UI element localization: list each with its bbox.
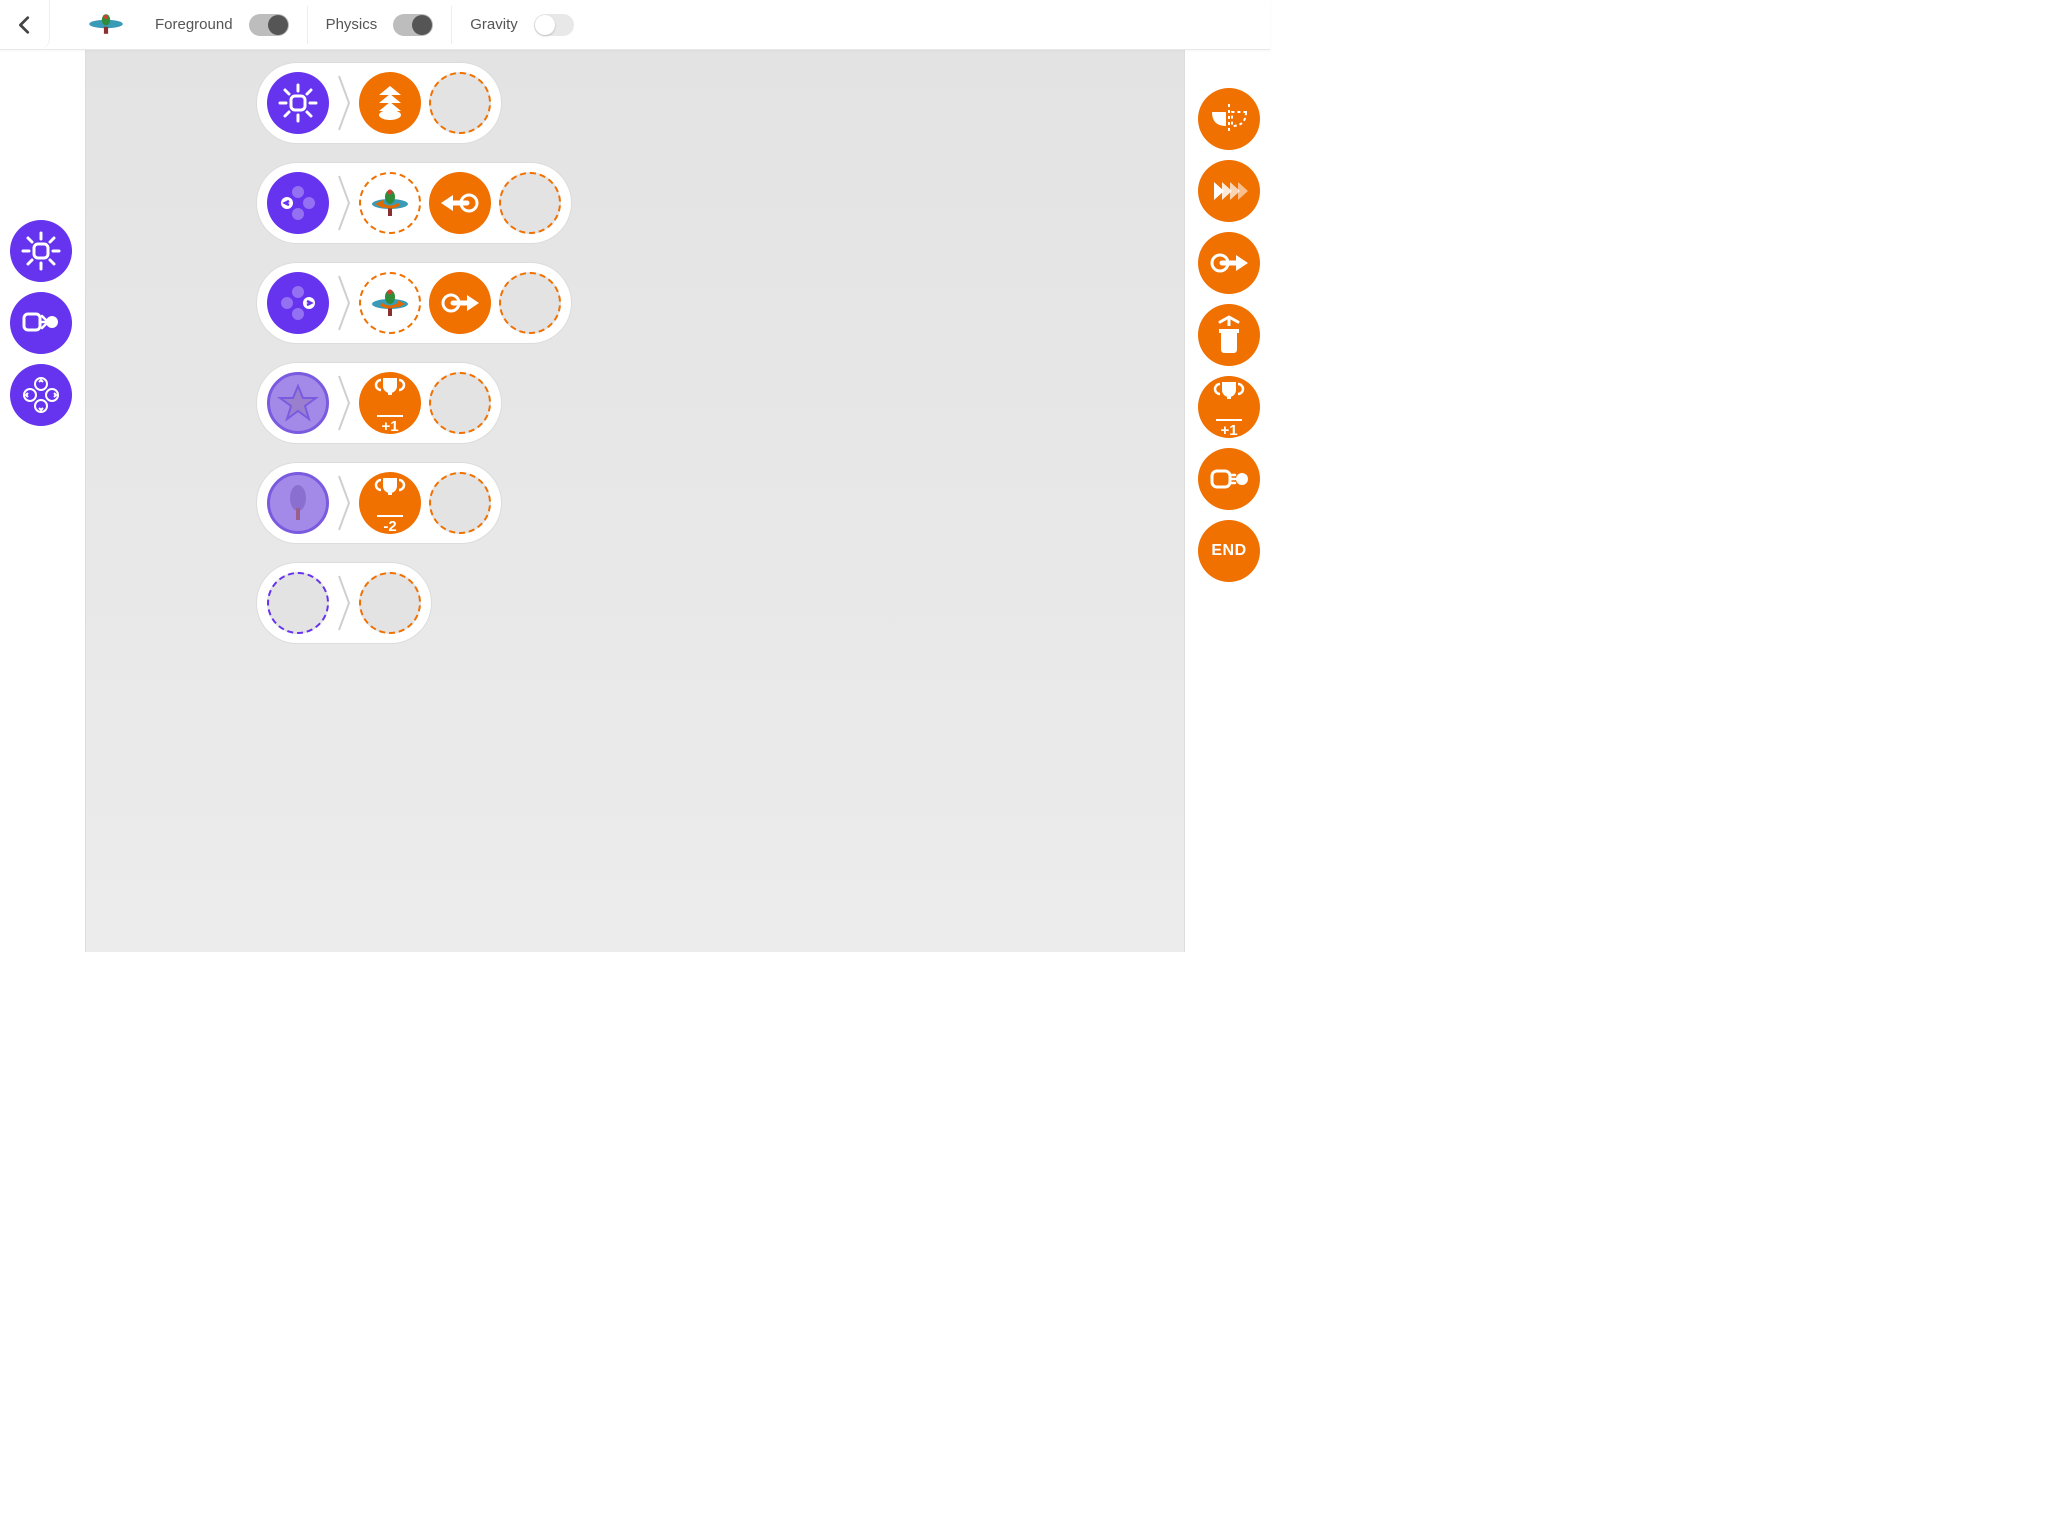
trash-icon[interactable]: [1198, 304, 1260, 366]
action-score[interactable]: +1: [359, 372, 421, 434]
speed-burst-icon-glyph: [1208, 170, 1250, 212]
bird-dir-icon: [369, 182, 411, 224]
action-move-right-glyph: [439, 282, 481, 324]
score-value: +1: [381, 418, 398, 435]
end-text: END: [1211, 542, 1246, 560]
toggle-switch[interactable]: [249, 14, 289, 36]
action-move-right[interactable]: [429, 272, 491, 334]
action-empty-slot[interactable]: [429, 372, 491, 434]
rule-row[interactable]: [256, 562, 432, 644]
action-empty-slot[interactable]: [499, 172, 561, 234]
rule-row[interactable]: [256, 162, 572, 244]
chevron-left-icon: [14, 14, 36, 36]
action-empty-slot[interactable]: [429, 472, 491, 534]
action-score[interactable]: -2: [359, 472, 421, 534]
header-bar: Foreground Physics Gravity: [0, 0, 1270, 50]
toggle-switch[interactable]: [534, 14, 574, 36]
dpad-icon: [277, 282, 319, 324]
emit-projectile-icon[interactable]: [1198, 448, 1260, 510]
toggle-label: Foreground: [155, 16, 233, 33]
then-separator: [337, 373, 351, 433]
start-event-icon[interactable]: [10, 220, 72, 282]
then-separator: [337, 73, 351, 133]
emit-projectile-icon-glyph: [1208, 458, 1250, 500]
when-dpad-left[interactable]: [267, 172, 329, 234]
collision-event-icon-glyph: [20, 302, 62, 344]
when-start-glyph: [277, 82, 319, 124]
bird-sprite-icon: [85, 10, 127, 38]
move-right-icon[interactable]: [1198, 232, 1260, 294]
action-move-left-glyph: [439, 182, 481, 224]
speed-burst-icon[interactable]: [1198, 160, 1260, 222]
header-toggle-group: Physics: [307, 6, 452, 44]
when-start[interactable]: [267, 72, 329, 134]
move-right-icon-glyph: [1208, 242, 1250, 284]
then-separator: [337, 573, 351, 633]
bird-dir-icon: [369, 282, 411, 324]
flip-icon[interactable]: [1198, 88, 1260, 150]
when-dpad-right[interactable]: [267, 272, 329, 334]
dpad-icon: [277, 182, 319, 224]
trophy-icon: [369, 472, 411, 514]
then-separator: [337, 173, 351, 233]
header-toggle-group: Gravity: [451, 6, 592, 44]
action-empty-slot[interactable]: [429, 72, 491, 134]
when-collide-tree[interactable]: [267, 472, 329, 534]
trophy-icon: [1208, 376, 1250, 418]
toggle-switch[interactable]: [393, 14, 433, 36]
back-button[interactable]: [0, 0, 50, 50]
current-sprite-thumbnail[interactable]: [85, 10, 127, 40]
score-value: -2: [383, 518, 396, 535]
then-separator: [337, 473, 351, 533]
action-move-left[interactable]: [429, 172, 491, 234]
action-face-left[interactable]: [359, 172, 421, 234]
action-empty-slot[interactable]: [359, 572, 421, 634]
rule-row[interactable]: [256, 62, 502, 144]
trash-icon-glyph: [1208, 314, 1250, 356]
rules-canvas[interactable]: +1 -2: [85, 50, 1185, 952]
rule-row[interactable]: -2: [256, 462, 502, 544]
rule-row[interactable]: +1: [256, 362, 502, 444]
dpad-event-icon[interactable]: [10, 364, 72, 426]
start-event-icon-glyph: [20, 230, 62, 272]
trophy-icon: [369, 372, 411, 414]
action-launch-up[interactable]: [359, 72, 421, 134]
toggle-label: Gravity: [470, 16, 518, 33]
trophy-plus1-icon[interactable]: +1: [1198, 376, 1260, 438]
score-value: +1: [1220, 422, 1237, 439]
collision-event-icon[interactable]: [10, 292, 72, 354]
star-icon: [277, 382, 319, 424]
rule-row[interactable]: [256, 262, 572, 344]
toggle-label: Physics: [326, 16, 378, 33]
action-launch-up-glyph: [369, 82, 411, 124]
dpad-event-icon-glyph: [20, 374, 62, 416]
header-toggle-group: Foreground: [137, 6, 307, 44]
events-palette: [10, 220, 72, 426]
actions-palette: +1 END: [1198, 88, 1260, 582]
flip-icon-glyph: [1208, 98, 1250, 140]
end-label[interactable]: END: [1198, 520, 1260, 582]
tree-icon: [277, 482, 319, 524]
when-empty-slot[interactable]: [267, 572, 329, 634]
then-separator: [337, 273, 351, 333]
action-empty-slot[interactable]: [499, 272, 561, 334]
when-collide-star[interactable]: [267, 372, 329, 434]
action-face-right[interactable]: [359, 272, 421, 334]
